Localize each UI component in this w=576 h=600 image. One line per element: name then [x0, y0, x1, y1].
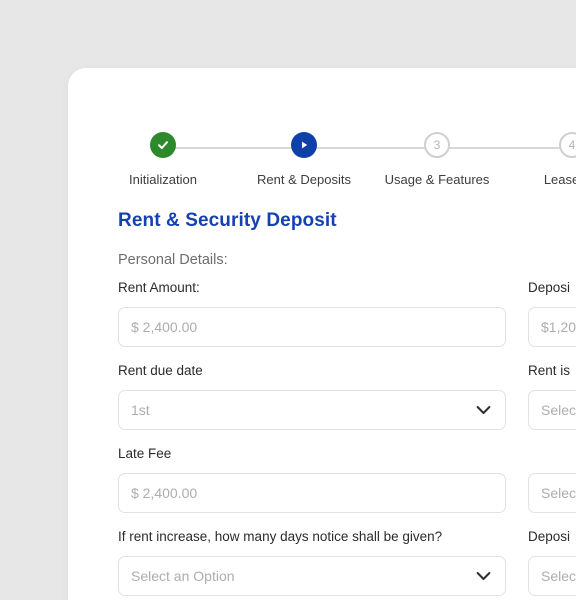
play-icon [302, 141, 308, 149]
form-field-rent-increase-notice: If rent increase, how many days notice s… [118, 529, 506, 596]
select-value: Select an Option [131, 568, 235, 584]
late-fee-secondary-select[interactable]: Select [528, 473, 576, 513]
form-field-deposit-secondary: Deposi Select [528, 529, 576, 596]
stepper-step-rent-deposits[interactable]: Rent & Deposits [244, 132, 364, 187]
chevron-down-icon [476, 405, 491, 415]
input-placeholder: $ 2,400.00 [131, 485, 198, 501]
form-field-rent-amount: Rent Amount: $ 2,400.00 [118, 280, 506, 347]
app-root: Initialization Rent & Deposits 3 Usage &… [0, 0, 576, 600]
field-label: Rent is [528, 363, 571, 378]
form-row: Rent Amount: $ 2,400.00 Deposi $1,20 [118, 280, 576, 347]
step-number: 4 [568, 138, 576, 152]
form-field-late-fee-secondary: Select [528, 446, 576, 513]
check-icon [158, 141, 168, 149]
section-subtitle: Personal Details: [118, 252, 228, 268]
rent-due-date-select[interactable]: 1st [118, 390, 506, 430]
wizard-card: Initialization Rent & Deposits 3 Usage &… [68, 68, 576, 600]
form-row: Late Fee $ 2,400.00 Select [118, 446, 576, 513]
rent-amount-input[interactable]: $ 2,400.00 [118, 307, 506, 347]
step-marker-number: 4 [559, 132, 576, 158]
input-placeholder: $1,20 [541, 319, 576, 335]
form-field-deposit-amount: Deposi $1,20 [528, 280, 576, 347]
stepper-step-initialization[interactable]: Initialization [103, 132, 223, 187]
rent-is-select[interactable]: Select [528, 390, 576, 430]
field-label: Late Fee [118, 446, 172, 461]
input-placeholder: $ 2,400.00 [131, 319, 198, 335]
select-value: Select [541, 402, 576, 418]
step-marker-active [291, 132, 317, 158]
stepper-step-label: Initialization [129, 172, 197, 187]
select-value: Select [541, 485, 576, 501]
stepper-step-label: Lease Op [543, 172, 576, 187]
rent-increase-notice-select[interactable]: Select an Option [118, 556, 506, 596]
select-value: Select [541, 568, 576, 584]
chevron-down-icon [476, 571, 491, 581]
stepper-step-label: Rent & Deposits [257, 172, 351, 187]
late-fee-input[interactable]: $ 2,400.00 [118, 473, 506, 513]
step-number: 3 [433, 138, 441, 152]
stepper-step-usage-features[interactable]: 3 Usage & Features [377, 132, 497, 187]
field-label: Deposi [528, 280, 571, 295]
step-marker-done [150, 132, 176, 158]
field-label: Rent Amount: [118, 280, 200, 295]
form-row: Rent due date 1st Rent is Select [118, 363, 576, 430]
stepper-step-label: Usage & Features [384, 172, 490, 187]
step-marker-number: 3 [424, 132, 450, 158]
select-value: 1st [131, 402, 150, 418]
form-field-rent-is: Rent is Select [528, 363, 576, 430]
field-label: If rent increase, how many days notice s… [118, 529, 443, 544]
field-label: Deposi [528, 529, 571, 544]
progress-stepper: Initialization Rent & Deposits 3 Usage &… [68, 98, 576, 198]
form-row: If rent increase, how many days notice s… [118, 529, 576, 596]
form-field-late-fee: Late Fee $ 2,400.00 [118, 446, 506, 513]
deposit-secondary-select[interactable]: Select [528, 556, 576, 596]
form-field-rent-due-date: Rent due date 1st [118, 363, 506, 430]
stepper-step-lease-options[interactable]: 4 Lease Op [512, 132, 576, 187]
page-title: Rent & Security Deposit [118, 210, 337, 231]
deposit-amount-input[interactable]: $1,20 [528, 307, 576, 347]
field-label: Rent due date [118, 363, 203, 378]
rent-deposit-form: Rent Amount: $ 2,400.00 Deposi $1,20 Ren… [118, 280, 576, 600]
